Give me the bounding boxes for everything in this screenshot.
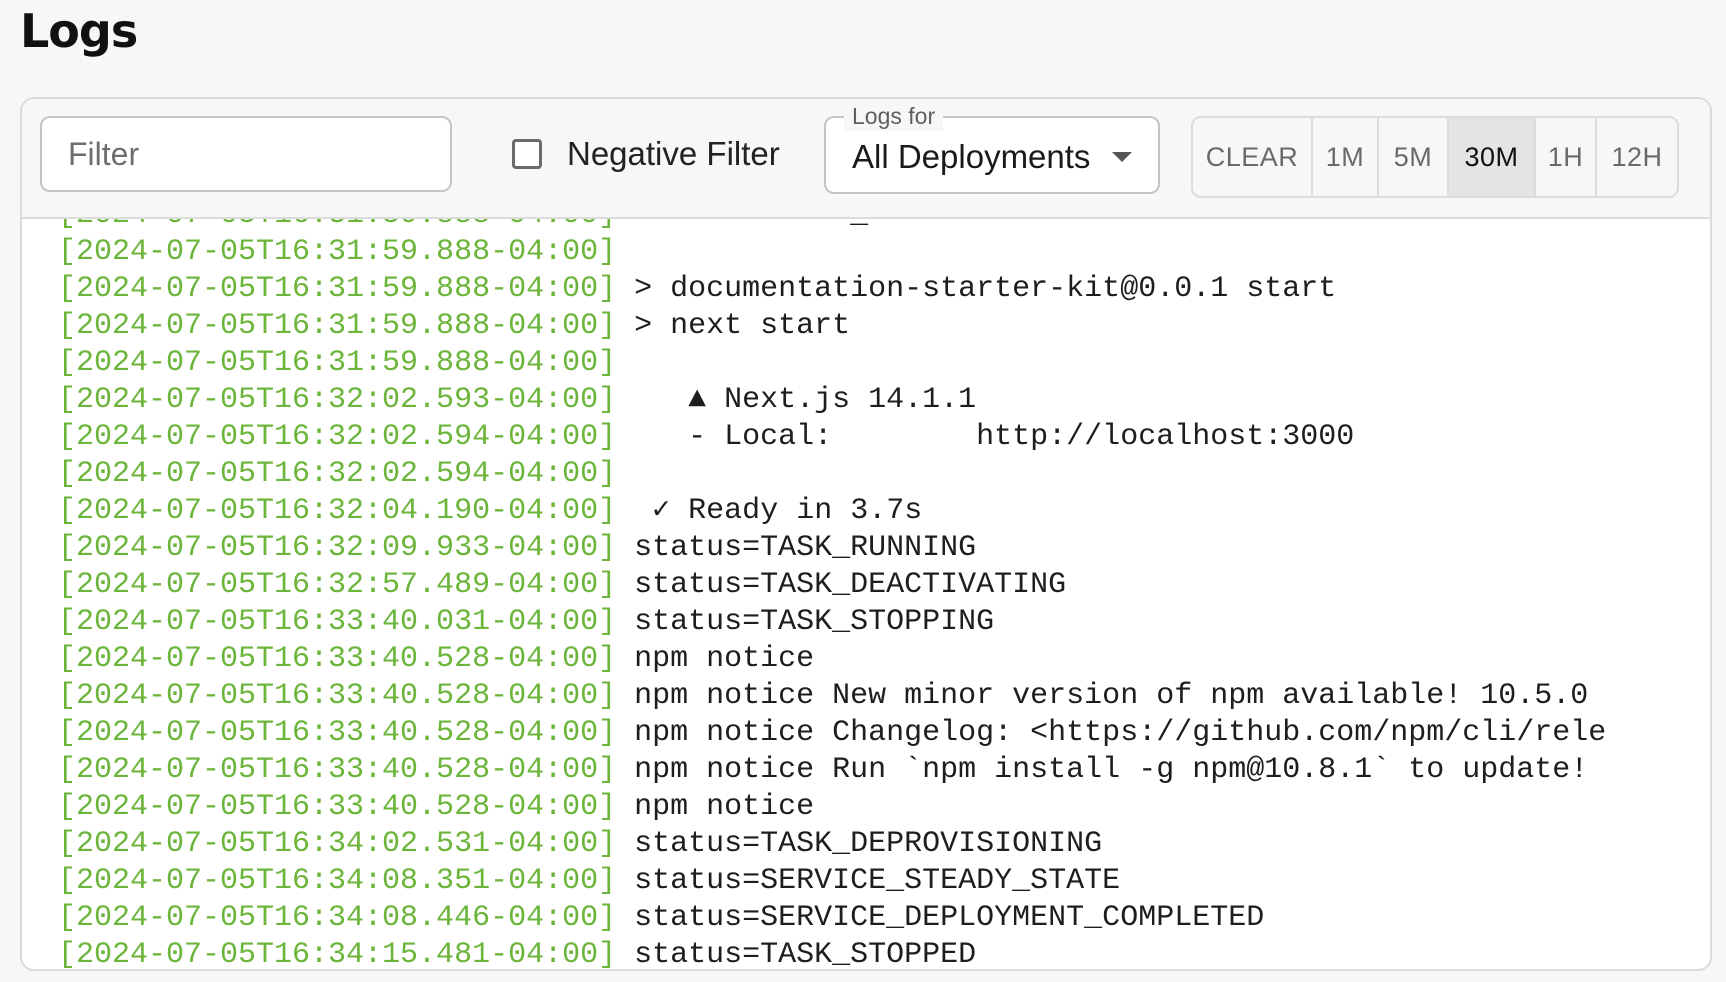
log-line: [2024-07-05T16:33:40.528-04:00] npm noti… bbox=[58, 752, 1606, 789]
time-range-30m-button[interactable]: 30M bbox=[1449, 118, 1536, 196]
log-line: [2024-07-05T16:34:02.531-04:00] status=T… bbox=[58, 826, 1606, 863]
log-message: npm notice Changelog: <https://github.co… bbox=[634, 716, 1607, 750]
logs-for-value: All Deployments bbox=[852, 138, 1091, 175]
log-lines: [2024-07-05T16:31:59.888-04:00] _[2024-0… bbox=[58, 219, 1606, 969]
log-timestamp: [2024-07-05T16:32:02.593-04:00] bbox=[58, 383, 617, 417]
time-range-button-group: CLEAR 1M 5M 30M 1H 12H bbox=[1191, 116, 1679, 198]
time-range-5m-button[interactable]: 5M bbox=[1379, 118, 1449, 196]
log-line: [2024-07-05T16:32:02.594-04:00] - Local:… bbox=[58, 419, 1606, 456]
log-message: > next start bbox=[634, 309, 851, 343]
log-line: [2024-07-05T16:31:59.888-04:00] > docume… bbox=[58, 271, 1606, 308]
log-message: - Local: http://localhost:3000 bbox=[634, 420, 1355, 454]
log-line: [2024-07-05T16:34:08.351-04:00] status=S… bbox=[58, 863, 1606, 900]
log-timestamp: [2024-07-05T16:34:08.351-04:00] bbox=[58, 864, 617, 898]
log-output[interactable]: [2024-07-05T16:31:59.888-04:00] _[2024-0… bbox=[22, 219, 1710, 969]
log-message: ▲ Next.js 14.1.1 bbox=[634, 383, 977, 417]
filter-input[interactable] bbox=[40, 116, 452, 192]
log-timestamp: [2024-07-05T16:34:08.446-04:00] bbox=[58, 901, 617, 935]
log-line: [2024-07-05T16:33:40.528-04:00] npm noti… bbox=[58, 715, 1606, 752]
log-message: _ bbox=[634, 219, 868, 232]
time-range-1m-button[interactable]: 1M bbox=[1313, 118, 1379, 196]
log-line: [2024-07-05T16:31:59.888-04:00] bbox=[58, 234, 1606, 271]
log-message: npm notice Run `npm install -g npm@10.8.… bbox=[634, 753, 1589, 787]
log-message: status=TASK_RUNNING bbox=[634, 531, 977, 565]
log-line: [2024-07-05T16:32:02.594-04:00] bbox=[58, 456, 1606, 493]
log-timestamp: [2024-07-05T16:31:59.888-04:00] bbox=[58, 272, 617, 306]
log-message: status=TASK_DEACTIVATING bbox=[634, 568, 1067, 602]
log-line: [2024-07-05T16:31:59.888-04:00] bbox=[58, 345, 1606, 382]
log-line: [2024-07-05T16:34:15.481-04:00] status=T… bbox=[58, 937, 1606, 969]
log-timestamp: [2024-07-05T16:31:59.888-04:00] bbox=[58, 235, 617, 269]
logs-toolbar: Negative Filter Logs for All Deployments… bbox=[22, 99, 1710, 219]
log-message: ✓ Ready in 3.7s bbox=[634, 494, 923, 528]
log-message: status=SERVICE_STEADY_STATE bbox=[634, 864, 1121, 898]
logs-panel: Negative Filter Logs for All Deployments… bbox=[20, 97, 1712, 971]
log-line: [2024-07-05T16:33:40.528-04:00] npm noti… bbox=[58, 641, 1606, 678]
log-message: npm notice New minor version of npm avai… bbox=[634, 679, 1589, 713]
checkbox-icon[interactable] bbox=[512, 139, 542, 169]
log-line: [2024-07-05T16:32:04.190-04:00] ✓ Ready … bbox=[58, 493, 1606, 530]
log-timestamp: [2024-07-05T16:33:40.528-04:00] bbox=[58, 716, 617, 750]
log-timestamp: [2024-07-05T16:32:09.933-04:00] bbox=[58, 531, 617, 565]
log-timestamp: [2024-07-05T16:32:04.190-04:00] bbox=[58, 494, 617, 528]
time-range-12h-button[interactable]: 12H bbox=[1597, 118, 1677, 196]
log-timestamp: [2024-07-05T16:31:59.888-04:00] bbox=[58, 219, 616, 232]
log-line: [2024-07-05T16:31:59.888-04:00] > next s… bbox=[58, 308, 1606, 345]
negative-filter-label: Negative Filter bbox=[567, 135, 780, 172]
log-timestamp: [2024-07-05T16:32:57.489-04:00] bbox=[58, 568, 617, 602]
log-timestamp: [2024-07-05T16:33:40.528-04:00] bbox=[58, 753, 617, 787]
time-range-1h-button[interactable]: 1H bbox=[1536, 118, 1597, 196]
log-timestamp: [2024-07-05T16:34:15.481-04:00] bbox=[58, 938, 617, 969]
caret-down-icon bbox=[1112, 152, 1132, 162]
log-message: status=TASK_STOPPING bbox=[634, 605, 995, 639]
log-timestamp: [2024-07-05T16:34:02.531-04:00] bbox=[58, 827, 617, 861]
log-message: > documentation-starter-kit@0.0.1 start bbox=[634, 272, 1337, 306]
log-line: [2024-07-05T16:32:09.933-04:00] status=T… bbox=[58, 530, 1606, 567]
log-message: status=TASK_DEPROVISIONING bbox=[634, 827, 1103, 861]
log-message: status=TASK_STOPPED bbox=[634, 938, 977, 969]
log-line: [2024-07-05T16:33:40.031-04:00] status=T… bbox=[58, 604, 1606, 641]
page-title: Logs bbox=[20, 4, 138, 58]
log-timestamp: [2024-07-05T16:33:40.528-04:00] bbox=[58, 642, 617, 676]
log-message: npm notice bbox=[634, 790, 815, 824]
log-line: [2024-07-05T16:34:08.446-04:00] status=S… bbox=[58, 900, 1606, 937]
log-message: status=SERVICE_DEPLOYMENT_COMPLETED bbox=[634, 901, 1265, 935]
log-timestamp: [2024-07-05T16:33:40.031-04:00] bbox=[58, 605, 617, 639]
negative-filter-checkbox[interactable]: Negative Filter bbox=[512, 129, 780, 179]
log-timestamp: [2024-07-05T16:31:59.888-04:00] bbox=[58, 346, 617, 380]
log-message: npm notice bbox=[634, 642, 815, 676]
logs-for-select[interactable]: Logs for All Deployments bbox=[824, 101, 1160, 194]
log-line: [2024-07-05T16:31:59.888-04:00] _ bbox=[58, 219, 1606, 234]
log-timestamp: [2024-07-05T16:33:40.528-04:00] bbox=[58, 790, 617, 824]
log-line: [2024-07-05T16:33:40.528-04:00] npm noti… bbox=[58, 789, 1606, 826]
clear-button[interactable]: CLEAR bbox=[1193, 118, 1313, 196]
log-line: [2024-07-05T16:32:02.593-04:00] ▲ Next.j… bbox=[58, 382, 1606, 419]
log-timestamp: [2024-07-05T16:33:40.528-04:00] bbox=[58, 679, 617, 713]
log-line: [2024-07-05T16:32:57.489-04:00] status=T… bbox=[58, 567, 1606, 604]
log-line: [2024-07-05T16:33:40.528-04:00] npm noti… bbox=[58, 678, 1606, 715]
log-timestamp: [2024-07-05T16:31:59.888-04:00] bbox=[58, 309, 617, 343]
log-timestamp: [2024-07-05T16:32:02.594-04:00] bbox=[58, 457, 617, 491]
logs-for-label: Logs for bbox=[844, 101, 944, 131]
log-timestamp: [2024-07-05T16:32:02.594-04:00] bbox=[58, 420, 617, 454]
